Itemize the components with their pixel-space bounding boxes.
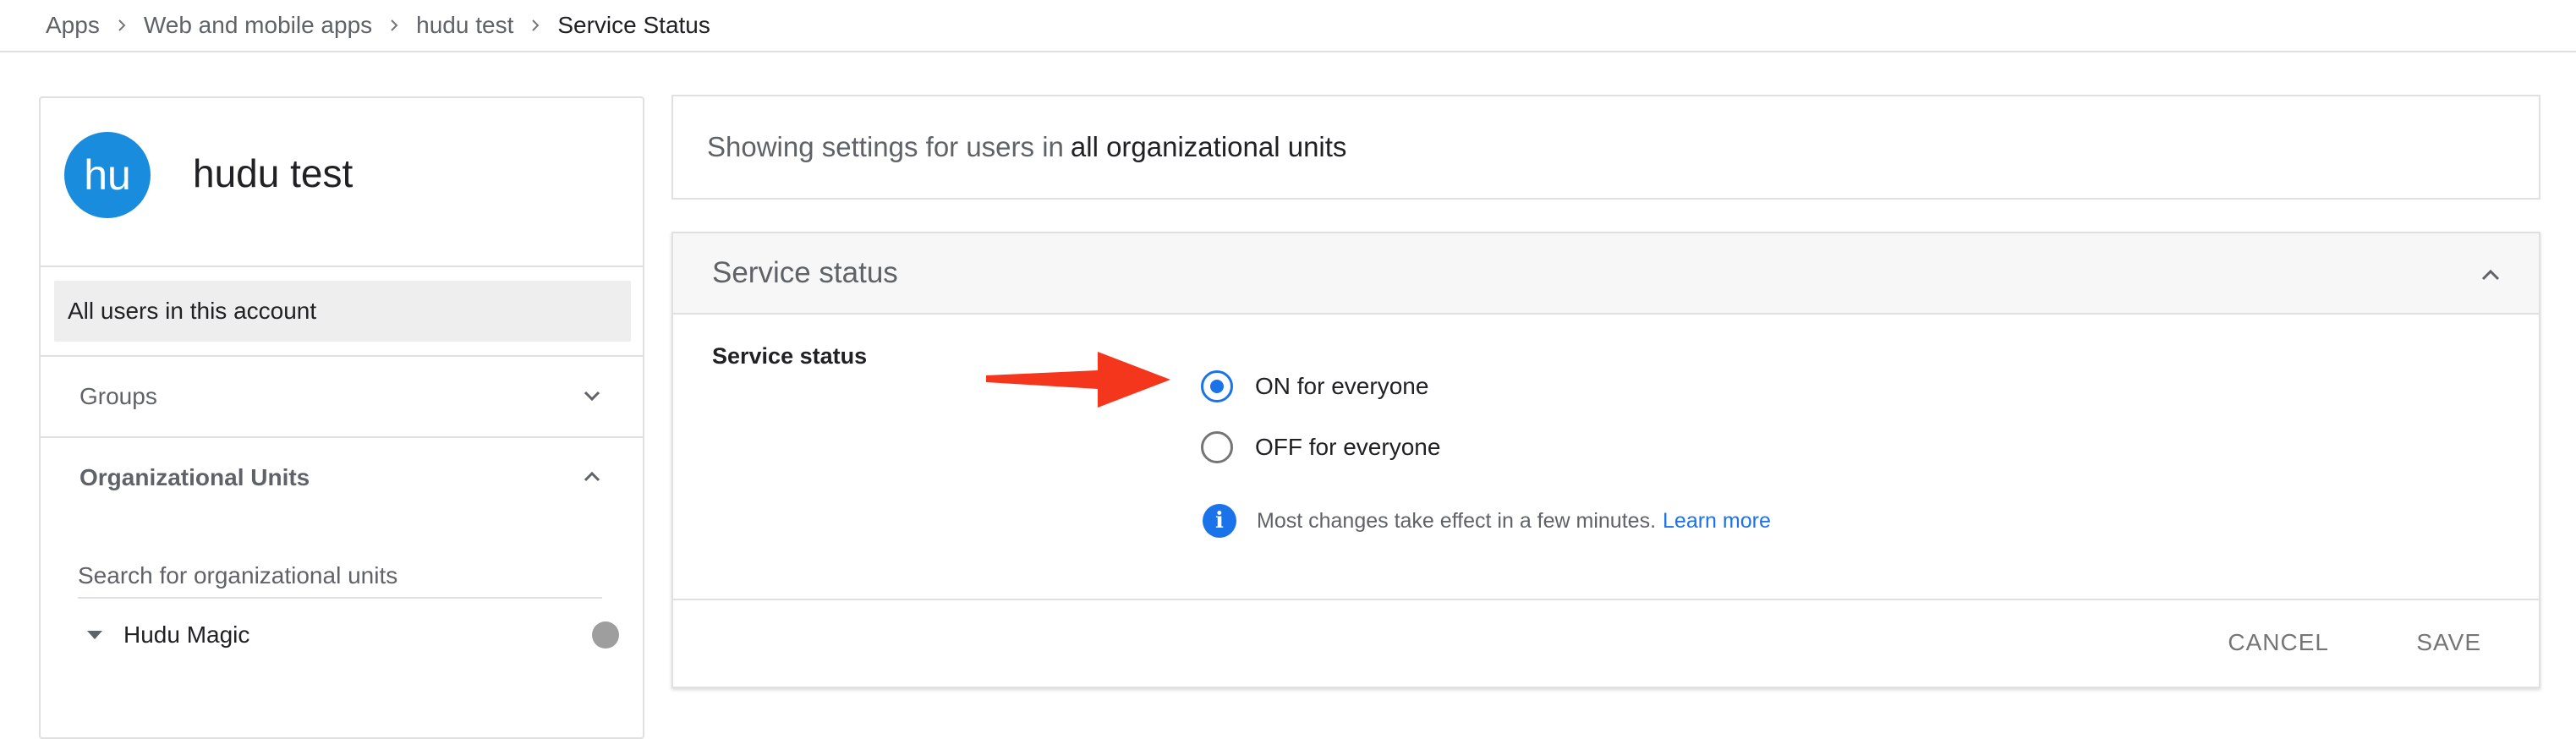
annotation-arrow-icon [986,352,1170,408]
ou-search-input[interactable]: Search for organizational units [78,555,602,599]
breadcrumb-hudu-test[interactable]: hudu test [416,12,513,39]
banner-scope: all organizational units [1070,131,1347,162]
ou-item-name: Hudu Magic [123,621,250,648]
chevron-right-icon [100,17,144,34]
ou-label: Organizational Units [79,464,310,490]
breadcrumb-web-mobile-apps[interactable]: Web and mobile apps [144,12,372,39]
radio-button[interactable] [1201,431,1233,463]
card-footer: CANCEL SAVE [673,599,2539,690]
triangle-down-icon[interactable] [78,629,112,641]
groups-label: Groups [79,383,157,409]
app-sidebar: hu hudu test All users in this account G… [39,96,644,739]
radio-off-label: OFF for everyone [1255,434,1441,460]
card-header[interactable]: Service status [673,233,2539,315]
service-status-card: Service status Service status ON for eve… [671,232,2540,688]
info-row: i Most changes take effect in a few minu… [1203,504,1771,538]
cancel-button[interactable]: CANCEL [2228,629,2329,656]
avatar: hu [64,132,151,218]
app-header: hu hudu test [41,98,643,267]
chevron-up-icon[interactable] [580,465,604,489]
ou-tree-item[interactable]: Hudu Magic [78,614,619,656]
app-name: hudu test [193,151,354,195]
all-users-item[interactable]: All users in this account [54,281,631,342]
info-text: Most changes take effect in a few minute… [1257,508,1657,533]
learn-more-link[interactable]: Learn more [1663,509,1771,534]
radio-on-label: ON for everyone [1255,373,1429,399]
card-title: Service status [712,256,898,289]
breadcrumb-current: Service Status [557,12,710,38]
radio-off-everyone[interactable]: OFF for everyone [1201,431,1440,463]
breadcrumb: Apps Web and mobile apps hudu test Servi… [0,0,2576,52]
info-icon: i [1203,504,1236,538]
chevron-down-icon[interactable] [580,384,604,408]
setting-label: Service status [712,343,868,369]
settings-scope-banner: Showing settings for users in all organi… [671,95,2540,200]
banner-prefix: Showing settings for users in [707,131,1064,162]
breadcrumb-apps[interactable]: Apps [46,12,100,39]
ou-status-dot [592,621,619,649]
save-button[interactable]: SAVE [2416,629,2481,656]
ou-search-placeholder: Search for organizational units [78,562,398,588]
chevron-right-icon [372,17,416,34]
ou-section[interactable]: Organizational Units [41,438,643,517]
radio-on-everyone[interactable]: ON for everyone [1201,370,1428,402]
chevron-up-icon[interactable] [2478,262,2503,287]
groups-section[interactable]: Groups [41,357,643,436]
chevron-right-icon [513,17,557,34]
radio-button-checked[interactable] [1201,370,1233,402]
